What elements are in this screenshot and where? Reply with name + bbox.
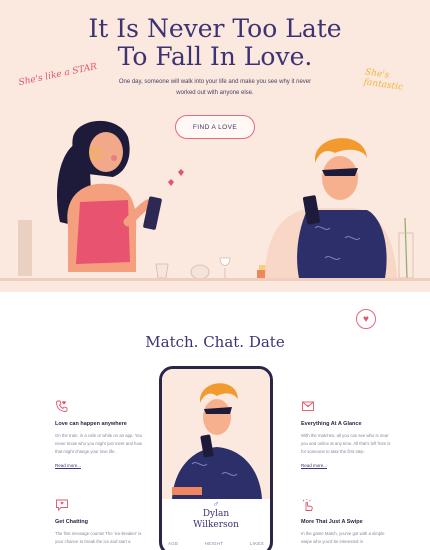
stat-height: HEIGHT bbox=[204, 541, 224, 546]
profile-last-name: Wilkerson bbox=[193, 520, 239, 530]
feature-glance-title: Everything At A Glance bbox=[301, 421, 362, 427]
feature-love-anywhere: Love can happen anywhere On the train, i… bbox=[55, 399, 147, 479]
feature-glance-read-more-link[interactable]: Read more... bbox=[301, 463, 327, 468]
table-line bbox=[0, 278, 430, 281]
hero-subtitle: One day, someone will walk into your lif… bbox=[118, 79, 312, 96]
woman-illustration bbox=[18, 120, 184, 279]
male-icon: ♂ bbox=[212, 499, 220, 509]
profile-stats: AGE HEIGHT LIKES bbox=[168, 541, 264, 546]
feature-swipe-title: More That Just A Swipe bbox=[301, 519, 363, 525]
phone-profile-image bbox=[162, 369, 270, 499]
profile-first-name: Dylan bbox=[202, 509, 230, 519]
heart-icon[interactable]: ♥ bbox=[356, 309, 376, 329]
sticker-right: She's fantastic bbox=[362, 67, 404, 93]
hero-section: It Is Never Too Late To Fall In Love. On… bbox=[0, 0, 430, 292]
swipe-hand-icon bbox=[302, 499, 313, 511]
feature-love-body: On the train, in a cafe or while on an a… bbox=[55, 433, 142, 454]
feature-glance-body: With the matches, all you can see who is… bbox=[301, 433, 391, 454]
section-title: Match. Chat. Date bbox=[145, 333, 285, 351]
man-illustration bbox=[265, 138, 414, 279]
feature-love-read-more-link[interactable]: Read more... bbox=[55, 463, 81, 468]
feature-swipe-body: In the game Match, you've got with a sim… bbox=[301, 531, 385, 544]
phone-heart-icon bbox=[56, 400, 68, 412]
phone-mockup: ♂ Dylan Wilkerson AGE HEIGHT LIKES bbox=[159, 366, 273, 550]
profile-illustration bbox=[172, 383, 262, 499]
mail-heart-icon bbox=[302, 401, 314, 411]
stat-age: AGE bbox=[168, 541, 179, 546]
feature-chatting-body: The first message counts! The 'ice-break… bbox=[55, 531, 142, 544]
feature-more-than-swipe: More That Just A Swipe In the game Match… bbox=[301, 498, 393, 550]
feature-glance: Everything At A Glance With the matches,… bbox=[301, 399, 393, 479]
feature-chatting-title: Get Chatting bbox=[55, 519, 88, 525]
hero-title-line-1: It Is Never Too Late bbox=[88, 14, 342, 43]
stat-likes: LIKES bbox=[249, 541, 264, 546]
chat-heart-icon bbox=[56, 499, 68, 512]
profile-name: Dylan Wilkerson bbox=[162, 509, 270, 531]
feature-love-title: Love can happen anywhere bbox=[55, 421, 127, 427]
feature-get-chatting: Get Chatting The first message counts! T… bbox=[55, 498, 147, 550]
